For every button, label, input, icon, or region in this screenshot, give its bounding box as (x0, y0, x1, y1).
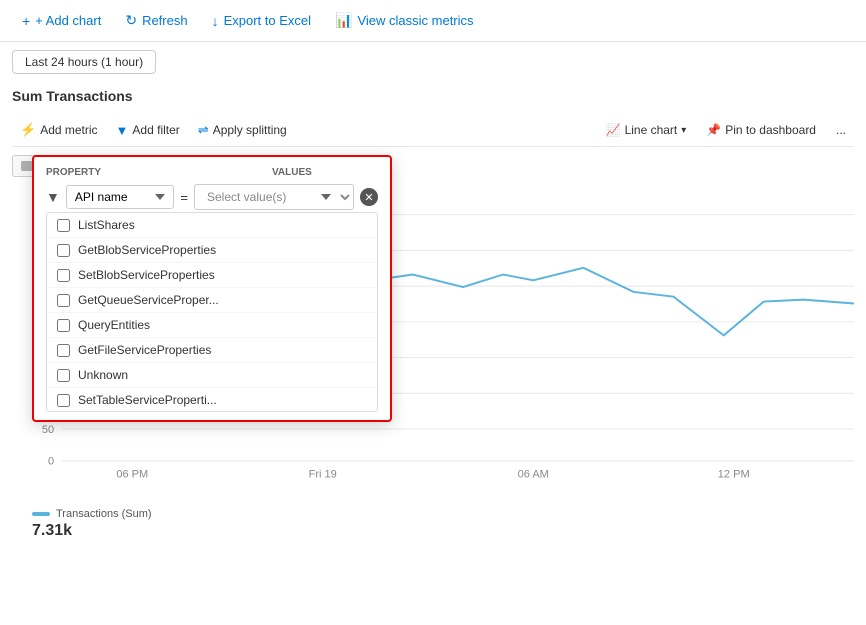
legend-block: Transactions (Sum) 7.31k (32, 508, 152, 540)
list-item[interactable]: SetBlobServiceProperties (47, 263, 377, 288)
top-toolbar: + + Add chart ↻ Refresh ↓ Export to Exce… (0, 0, 866, 42)
line-chart-button[interactable]: 📈 Line chart ▾ (598, 119, 695, 141)
line-chart-icon: 📈 (606, 123, 621, 137)
pin-icon: 📌 (706, 123, 721, 137)
download-icon: ↓ (212, 13, 219, 29)
add-icon: + (22, 13, 30, 29)
legend-label: Transactions (Sum) (56, 508, 152, 520)
time-range-section: Last 24 hours (1 hour) (0, 42, 866, 82)
item-label-3: GetQueueServiceProper... (78, 293, 219, 307)
list-item[interactable]: QueryEntities (47, 313, 377, 338)
chart-area: Transactions, Sum ✕ PROPERTY VALUES ▼ AP… (12, 155, 854, 545)
caret-down-icon: ▾ (681, 125, 686, 136)
list-item[interactable]: SetTableServiceProperti... (47, 388, 377, 412)
popup-headers: PROPERTY VALUES (46, 167, 378, 178)
apply-splitting-button[interactable]: ⇌ Apply splitting (190, 118, 295, 142)
svg-text:50: 50 (42, 424, 54, 436)
refresh-button[interactable]: ↻ Refresh (115, 8, 197, 33)
chart-title: Sum Transactions (12, 82, 854, 108)
item-checkbox-1[interactable] (57, 244, 70, 257)
export-excel-button[interactable]: ↓ Export to Excel (202, 9, 321, 33)
list-item[interactable]: GetFileServiceProperties (47, 338, 377, 363)
add-filter-button[interactable]: ▼ Add filter (108, 119, 188, 142)
svg-text:12 PM: 12 PM (718, 468, 750, 480)
dropdown-list[interactable]: ListShares GetBlobServiceProperties SetB… (46, 212, 378, 412)
refresh-icon: ↻ (125, 12, 137, 29)
values-header: VALUES (272, 167, 312, 178)
item-checkbox-7[interactable] (57, 394, 70, 407)
list-item[interactable]: ListShares (47, 213, 377, 238)
item-checkbox-5[interactable] (57, 344, 70, 357)
equals-sign: = (180, 190, 188, 205)
property-header: PROPERTY (46, 167, 206, 178)
item-label-7: SetTableServiceProperti... (78, 393, 217, 407)
item-label-4: QueryEntities (78, 318, 150, 332)
filter-pills: Transactions, Sum ✕ PROPERTY VALUES ▼ AP… (12, 155, 854, 177)
filter-popup: PROPERTY VALUES ▼ API name = Select valu… (32, 155, 392, 422)
item-label-5: GetFileServiceProperties (78, 343, 211, 357)
view-classic-button[interactable]: 📊 View classic metrics (325, 8, 484, 33)
more-options-button[interactable]: ... (828, 119, 854, 141)
time-range-button[interactable]: Last 24 hours (1 hour) (12, 50, 156, 74)
chart-section: Sum Transactions ⚡ Add metric ▼ Add filt… (0, 82, 866, 545)
legend-value: 7.31k (32, 522, 152, 540)
item-label-1: GetBlobServiceProperties (78, 243, 216, 257)
item-checkbox-4[interactable] (57, 319, 70, 332)
values-select[interactable]: Select value(s) (194, 184, 354, 210)
item-checkbox-6[interactable] (57, 369, 70, 382)
svg-text:Fri 19: Fri 19 (309, 468, 337, 480)
svg-text:0: 0 (48, 456, 54, 468)
bar-chart-icon: 📊 (335, 12, 352, 29)
split-icon: ⇌ (198, 122, 209, 138)
list-item[interactable]: GetBlobServiceProperties (47, 238, 377, 263)
item-checkbox-0[interactable] (57, 219, 70, 232)
popup-selects: ▼ API name = Select value(s) ✕ (46, 184, 378, 210)
chart-legend: Transactions (Sum) 7.31k (32, 508, 152, 540)
legend-color (32, 512, 50, 516)
list-item[interactable]: GetQueueServiceProper... (47, 288, 377, 313)
item-label-0: ListShares (78, 218, 135, 232)
svg-text:06 PM: 06 PM (116, 468, 148, 480)
item-checkbox-3[interactable] (57, 294, 70, 307)
item-label-2: SetBlobServiceProperties (78, 268, 215, 282)
chart-toolbar: ⚡ Add metric ▼ Add filter ⇌ Apply splitt… (12, 114, 854, 147)
add-metric-icon: ⚡ (20, 122, 36, 138)
list-item[interactable]: Unknown (47, 363, 377, 388)
popup-close-button[interactable]: ✕ (360, 188, 378, 206)
svg-text:06 AM: 06 AM (518, 468, 549, 480)
item-label-6: Unknown (78, 368, 128, 382)
filter-funnel-icon: ▼ (46, 189, 60, 205)
filter-icon: ▼ (116, 123, 129, 138)
chart-toolbar-left: ⚡ Add metric ▼ Add filter ⇌ Apply splitt… (12, 118, 295, 142)
property-select[interactable]: API name (66, 185, 175, 209)
chart-toolbar-right: 📈 Line chart ▾ 📌 Pin to dashboard ... (598, 119, 854, 141)
add-chart-button[interactable]: + + Add chart (12, 9, 111, 33)
pin-dashboard-button[interactable]: 📌 Pin to dashboard (698, 119, 824, 141)
add-metric-button[interactable]: ⚡ Add metric (12, 118, 106, 142)
item-checkbox-2[interactable] (57, 269, 70, 282)
